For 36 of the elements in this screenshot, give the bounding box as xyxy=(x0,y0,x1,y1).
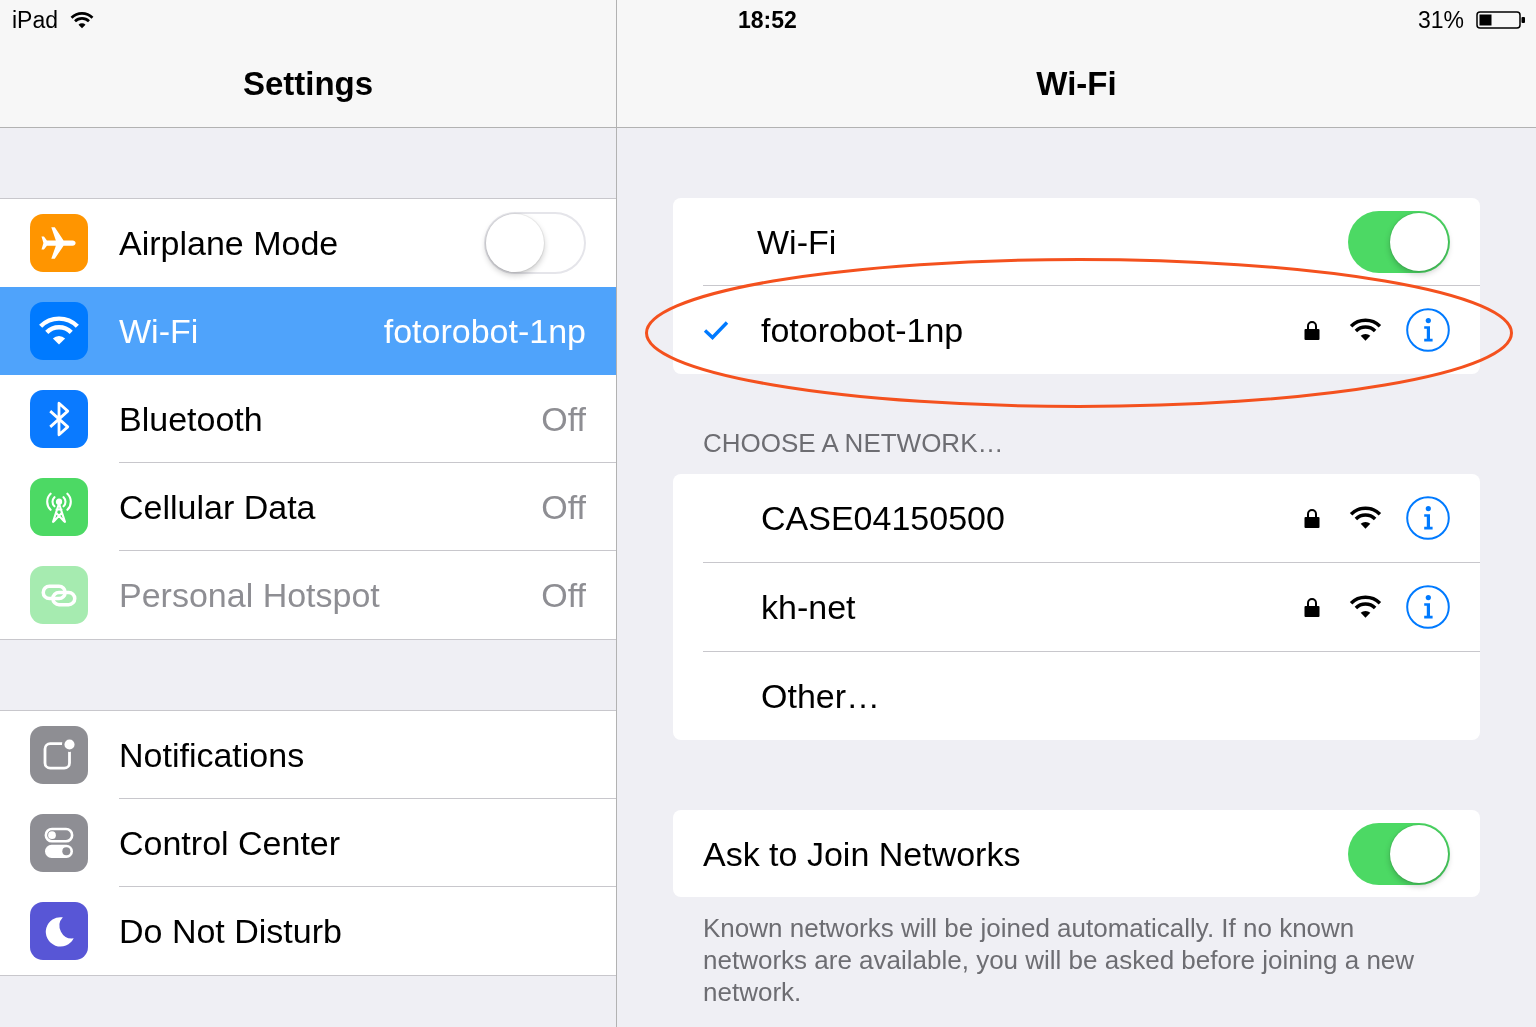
toggle-switch[interactable] xyxy=(1348,822,1450,885)
wifi-signal-icon xyxy=(1349,506,1382,530)
row-label: Airplane Mode xyxy=(119,222,339,263)
wifi-signal-icon xyxy=(1349,595,1382,619)
row-label: Control Center xyxy=(119,822,341,863)
row-label: Notifications xyxy=(119,734,305,775)
row-label: Wi-Fi xyxy=(119,310,199,351)
info-icon[interactable] xyxy=(1406,496,1450,540)
other-network-item[interactable]: Other… xyxy=(761,676,1450,716)
row-value: Off xyxy=(541,574,586,615)
row-label: Cellular Data xyxy=(119,486,316,527)
battery-icon xyxy=(1476,11,1526,29)
footer-note: Known networks will be joined automatically. If no known networks are available, you will be asked before joining a new network. xyxy=(703,912,1416,1008)
network-name[interactable]: fotorobot-1np xyxy=(761,310,1304,350)
nav-title: Wi-Fi xyxy=(1036,63,1117,104)
network-name[interactable]: kh-net xyxy=(761,587,1304,627)
clock-time: 18:52 xyxy=(738,7,797,33)
section-header: CHOOSE A NETWORK… xyxy=(703,427,1004,459)
row-label: Do Not Disturb xyxy=(119,910,342,951)
wifi-icon xyxy=(70,11,95,29)
network-name[interactable]: CASE04150500 xyxy=(761,498,1304,538)
device-name: iPad xyxy=(12,7,59,33)
info-icon[interactable] xyxy=(1406,308,1450,352)
toggle-switch[interactable] xyxy=(1348,210,1450,273)
row-value: fotorobot-1np xyxy=(383,310,586,351)
nav-title: Settings xyxy=(242,63,374,104)
battery-percent: 31% xyxy=(1417,7,1464,33)
row-value: Off xyxy=(541,486,586,527)
row-label: Personal Hotspot xyxy=(119,574,380,615)
toggle-label: Wi-Fi xyxy=(757,221,837,262)
toggle-switch[interactable] xyxy=(484,211,586,274)
info-icon[interactable] xyxy=(1406,585,1450,629)
row-label: Bluetooth xyxy=(119,398,263,439)
row-value: Off xyxy=(541,398,586,439)
toggle-label: Ask to Join Networks xyxy=(703,833,1021,874)
wifi-signal-icon xyxy=(1349,318,1382,342)
